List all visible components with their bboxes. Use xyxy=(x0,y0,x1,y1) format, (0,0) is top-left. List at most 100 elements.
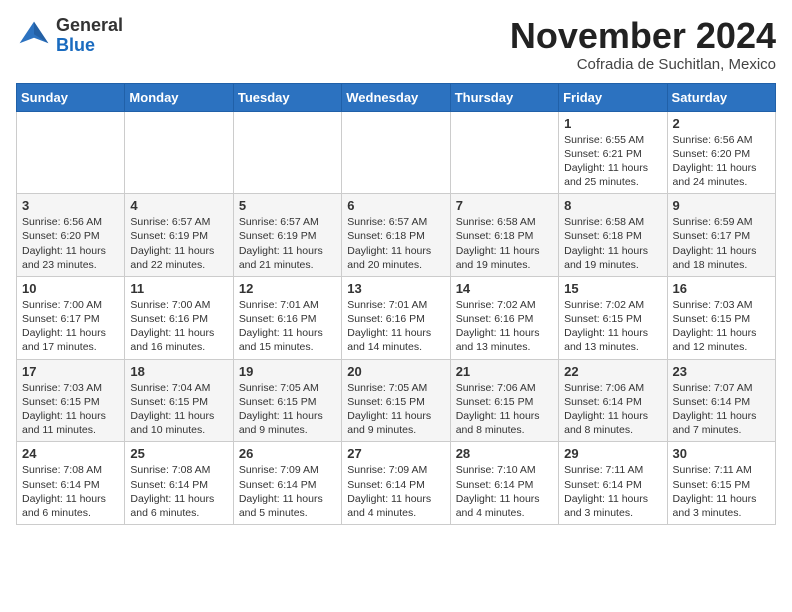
day-info: Sunrise: 7:04 AM Sunset: 6:15 PM Dayligh… xyxy=(130,381,227,438)
weekday-header-friday: Friday xyxy=(559,83,667,111)
calendar-cell: 22 Sunrise: 7:06 AM Sunset: 6:14 PM Dayli… xyxy=(559,359,667,442)
day-number: 27 xyxy=(347,446,444,461)
day-number: 2 xyxy=(673,116,770,131)
day-number: 4 xyxy=(130,198,227,213)
calendar-cell: 3Sunrise: 6:56 AM Sunset: 6:20 PM Daylig… xyxy=(17,194,125,277)
calendar-cell xyxy=(342,111,450,194)
calendar-cell: 17 Sunrise: 7:03 AM Sunset: 6:15 PM Dayli… xyxy=(17,359,125,442)
day-number: 15 xyxy=(564,281,661,296)
calendar-cell xyxy=(233,111,341,194)
day-number: 18 xyxy=(130,364,227,379)
calendar-cell: 6Sunrise: 6:57 AM Sunset: 6:18 PM Daylig… xyxy=(342,194,450,277)
day-number: 30 xyxy=(673,446,770,461)
day-info: Sunrise: 7:09 AM Sunset: 6:14 PM Dayligh… xyxy=(239,463,336,520)
weekday-header-tuesday: Tuesday xyxy=(233,83,341,111)
day-info: Sunrise: 7:02 AM Sunset: 6:16 PM Dayligh… xyxy=(456,298,553,355)
day-number: 6 xyxy=(347,198,444,213)
day-number: 21 xyxy=(456,364,553,379)
day-number: 17 xyxy=(22,364,119,379)
calendar-cell: 1Sunrise: 6:55 AM Sunset: 6:21 PM Daylig… xyxy=(559,111,667,194)
day-info: Sunrise: 7:05 AM Sunset: 6:15 PM Dayligh… xyxy=(239,381,336,438)
day-info: Sunrise: 7:06 AM Sunset: 6:15 PM Dayligh… xyxy=(456,381,553,438)
calendar-cell: 7 Sunrise: 6:58 AM Sunset: 6:18 PM Daylig… xyxy=(450,194,558,277)
logo-icon xyxy=(16,18,52,54)
calendar-cell: 25 Sunrise: 7:08 AM Sunset: 6:14 PM Dayli… xyxy=(125,442,233,525)
calendar-week-row: 24 Sunrise: 7:08 AM Sunset: 6:14 PM Dayli… xyxy=(17,442,776,525)
weekday-header-wednesday: Wednesday xyxy=(342,83,450,111)
day-info: Sunrise: 7:08 AM Sunset: 6:14 PM Dayligh… xyxy=(22,463,119,520)
day-number: 16 xyxy=(673,281,770,296)
day-info: Sunrise: 7:09 AM Sunset: 6:14 PM Dayligh… xyxy=(347,463,444,520)
day-info: Sunrise: 6:58 AM Sunset: 6:18 PM Dayligh… xyxy=(564,215,661,272)
day-info: Sunrise: 7:00 AM Sunset: 6:17 PM Dayligh… xyxy=(22,298,119,355)
weekday-header-monday: Monday xyxy=(125,83,233,111)
day-number: 22 xyxy=(564,364,661,379)
day-number: 13 xyxy=(347,281,444,296)
calendar-cell: 4 Sunrise: 6:57 AM Sunset: 6:19 PM Daylig… xyxy=(125,194,233,277)
month-title: November 2024 xyxy=(510,16,776,56)
calendar-cell: 23Sunrise: 7:07 AM Sunset: 6:14 PM Dayli… xyxy=(667,359,775,442)
calendar-cell: 19 Sunrise: 7:05 AM Sunset: 6:15 PM Dayli… xyxy=(233,359,341,442)
logo: General Blue xyxy=(16,16,123,56)
day-number: 24 xyxy=(22,446,119,461)
calendar-cell: 15 Sunrise: 7:02 AM Sunset: 6:15 PM Dayli… xyxy=(559,276,667,359)
day-info: Sunrise: 7:03 AM Sunset: 6:15 PM Dayligh… xyxy=(22,381,119,438)
logo-blue-text: Blue xyxy=(56,35,95,55)
calendar-cell: 24 Sunrise: 7:08 AM Sunset: 6:14 PM Dayli… xyxy=(17,442,125,525)
day-info: Sunrise: 6:57 AM Sunset: 6:19 PM Dayligh… xyxy=(130,215,227,272)
calendar-cell xyxy=(17,111,125,194)
day-number: 9 xyxy=(673,198,770,213)
calendar-cell: 12 Sunrise: 7:01 AM Sunset: 6:16 PM Dayli… xyxy=(233,276,341,359)
calendar-cell: 2 Sunrise: 6:56 AM Sunset: 6:20 PM Daylig… xyxy=(667,111,775,194)
day-number: 3 xyxy=(22,198,119,213)
day-number: 11 xyxy=(130,281,227,296)
day-info: Sunrise: 7:01 AM Sunset: 6:16 PM Dayligh… xyxy=(347,298,444,355)
weekday-header-row: SundayMondayTuesdayWednesdayThursdayFrid… xyxy=(17,83,776,111)
day-info: Sunrise: 7:11 AM Sunset: 6:15 PM Dayligh… xyxy=(673,463,770,520)
day-number: 7 xyxy=(456,198,553,213)
calendar-week-row: 3Sunrise: 6:56 AM Sunset: 6:20 PM Daylig… xyxy=(17,194,776,277)
day-number: 12 xyxy=(239,281,336,296)
day-info: Sunrise: 7:01 AM Sunset: 6:16 PM Dayligh… xyxy=(239,298,336,355)
calendar-cell: 14 Sunrise: 7:02 AM Sunset: 6:16 PM Dayli… xyxy=(450,276,558,359)
calendar-header: SundayMondayTuesdayWednesdayThursdayFrid… xyxy=(17,83,776,111)
day-info: Sunrise: 6:58 AM Sunset: 6:18 PM Dayligh… xyxy=(456,215,553,272)
day-number: 28 xyxy=(456,446,553,461)
calendar-table: SundayMondayTuesdayWednesdayThursdayFrid… xyxy=(16,83,776,525)
calendar-cell: 29 Sunrise: 7:11 AM Sunset: 6:14 PM Dayli… xyxy=(559,442,667,525)
day-number: 5 xyxy=(239,198,336,213)
day-number: 14 xyxy=(456,281,553,296)
day-info: Sunrise: 7:07 AM Sunset: 6:14 PM Dayligh… xyxy=(673,381,770,438)
day-number: 10 xyxy=(22,281,119,296)
calendar-cell: 26 Sunrise: 7:09 AM Sunset: 6:14 PM Dayli… xyxy=(233,442,341,525)
day-info: Sunrise: 7:06 AM Sunset: 6:14 PM Dayligh… xyxy=(564,381,661,438)
location-subtitle: Cofradia de Suchitlan, Mexico xyxy=(510,56,776,73)
page-header: General Blue November 2024 Cofradia de S… xyxy=(16,16,776,73)
day-number: 20 xyxy=(347,364,444,379)
day-info: Sunrise: 7:00 AM Sunset: 6:16 PM Dayligh… xyxy=(130,298,227,355)
calendar-cell: 21 Sunrise: 7:06 AM Sunset: 6:15 PM Dayli… xyxy=(450,359,558,442)
calendar-cell: 11 Sunrise: 7:00 AM Sunset: 6:16 PM Dayli… xyxy=(125,276,233,359)
day-info: Sunrise: 7:08 AM Sunset: 6:14 PM Dayligh… xyxy=(130,463,227,520)
day-number: 29 xyxy=(564,446,661,461)
calendar-cell: 16 Sunrise: 7:03 AM Sunset: 6:15 PM Dayli… xyxy=(667,276,775,359)
day-number: 26 xyxy=(239,446,336,461)
day-number: 25 xyxy=(130,446,227,461)
day-info: Sunrise: 7:11 AM Sunset: 6:14 PM Dayligh… xyxy=(564,463,661,520)
logo-general-text: General xyxy=(56,15,123,35)
day-info: Sunrise: 6:55 AM Sunset: 6:21 PM Dayligh… xyxy=(564,133,661,190)
calendar-cell: 10 Sunrise: 7:00 AM Sunset: 6:17 PM Dayli… xyxy=(17,276,125,359)
day-number: 19 xyxy=(239,364,336,379)
day-info: Sunrise: 7:03 AM Sunset: 6:15 PM Dayligh… xyxy=(673,298,770,355)
weekday-header-saturday: Saturday xyxy=(667,83,775,111)
calendar-cell xyxy=(450,111,558,194)
day-info: Sunrise: 7:02 AM Sunset: 6:15 PM Dayligh… xyxy=(564,298,661,355)
calendar-cell: 18 Sunrise: 7:04 AM Sunset: 6:15 PM Dayli… xyxy=(125,359,233,442)
calendar-cell: 13 Sunrise: 7:01 AM Sunset: 6:16 PM Dayli… xyxy=(342,276,450,359)
day-info: Sunrise: 7:05 AM Sunset: 6:15 PM Dayligh… xyxy=(347,381,444,438)
calendar-cell: 27 Sunrise: 7:09 AM Sunset: 6:14 PM Dayli… xyxy=(342,442,450,525)
day-info: Sunrise: 6:56 AM Sunset: 6:20 PM Dayligh… xyxy=(673,133,770,190)
calendar-week-row: 10 Sunrise: 7:00 AM Sunset: 6:17 PM Dayli… xyxy=(17,276,776,359)
calendar-cell: 28Sunrise: 7:10 AM Sunset: 6:14 PM Dayli… xyxy=(450,442,558,525)
day-number: 8 xyxy=(564,198,661,213)
